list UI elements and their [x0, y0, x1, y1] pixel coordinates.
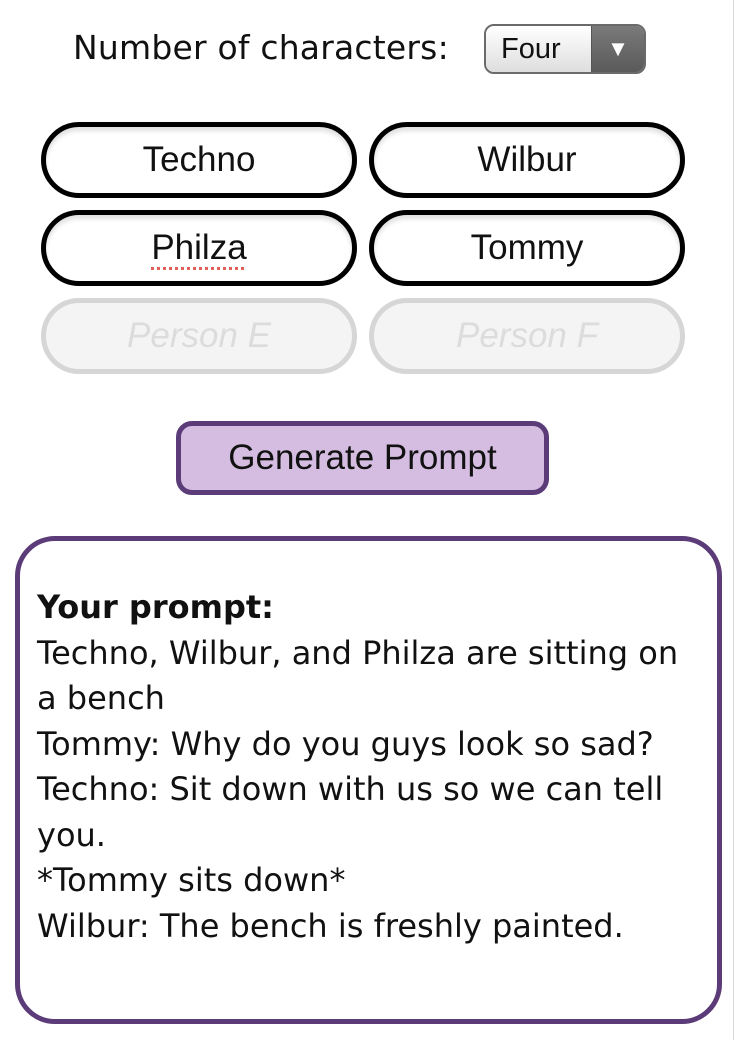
prompt-output-title: Your prompt:: [37, 588, 274, 626]
character-name-value: Techno: [142, 140, 256, 179]
prompt-line: *Tommy sits down*: [37, 861, 346, 899]
prompt-line: Techno, Wilbur, and Philza are sitting o…: [37, 633, 679, 718]
generate-prompt-button[interactable]: Generate Prompt: [176, 421, 549, 495]
character-name-value: Tommy: [470, 228, 584, 267]
prompt-line: Tommy: Why do you guys look so sad?: [37, 724, 654, 763]
prompt-output-box: Your prompt: Techno, Wilbur, and Philza …: [15, 536, 722, 1024]
character-count-label: Number of characters:: [73, 28, 449, 67]
prompt-line: Techno: Sit down with us so we can tell …: [37, 770, 664, 854]
character-name-input-c[interactable]: Philza: [41, 210, 357, 286]
character-name-value-misspelled: Philza: [151, 228, 247, 267]
character-name-input-e: Person E: [41, 298, 357, 374]
character-name-input-a[interactable]: Techno: [41, 122, 357, 198]
character-count-row: Number of characters: Four ▼: [0, 22, 736, 78]
dropdown-arrow-icon: ▼: [591, 26, 644, 72]
character-count-select[interactable]: Four ▼: [484, 24, 646, 74]
character-count-value: Four: [486, 26, 591, 72]
character-name-value: Wilbur: [477, 140, 577, 179]
prompt-line: Wilbur: The bench is freshly painted.: [37, 906, 624, 945]
character-name-input-f: Person F: [369, 298, 685, 374]
character-name-input-d[interactable]: Tommy: [369, 210, 685, 286]
character-name-placeholder: Person F: [456, 316, 598, 355]
character-name-input-b[interactable]: Wilbur: [369, 122, 685, 198]
character-name-placeholder: Person E: [127, 316, 271, 355]
scrollbar-edge: [733, 0, 734, 1040]
character-name-grid: Techno Wilbur Philza Tommy Person E Pers…: [41, 122, 685, 374]
